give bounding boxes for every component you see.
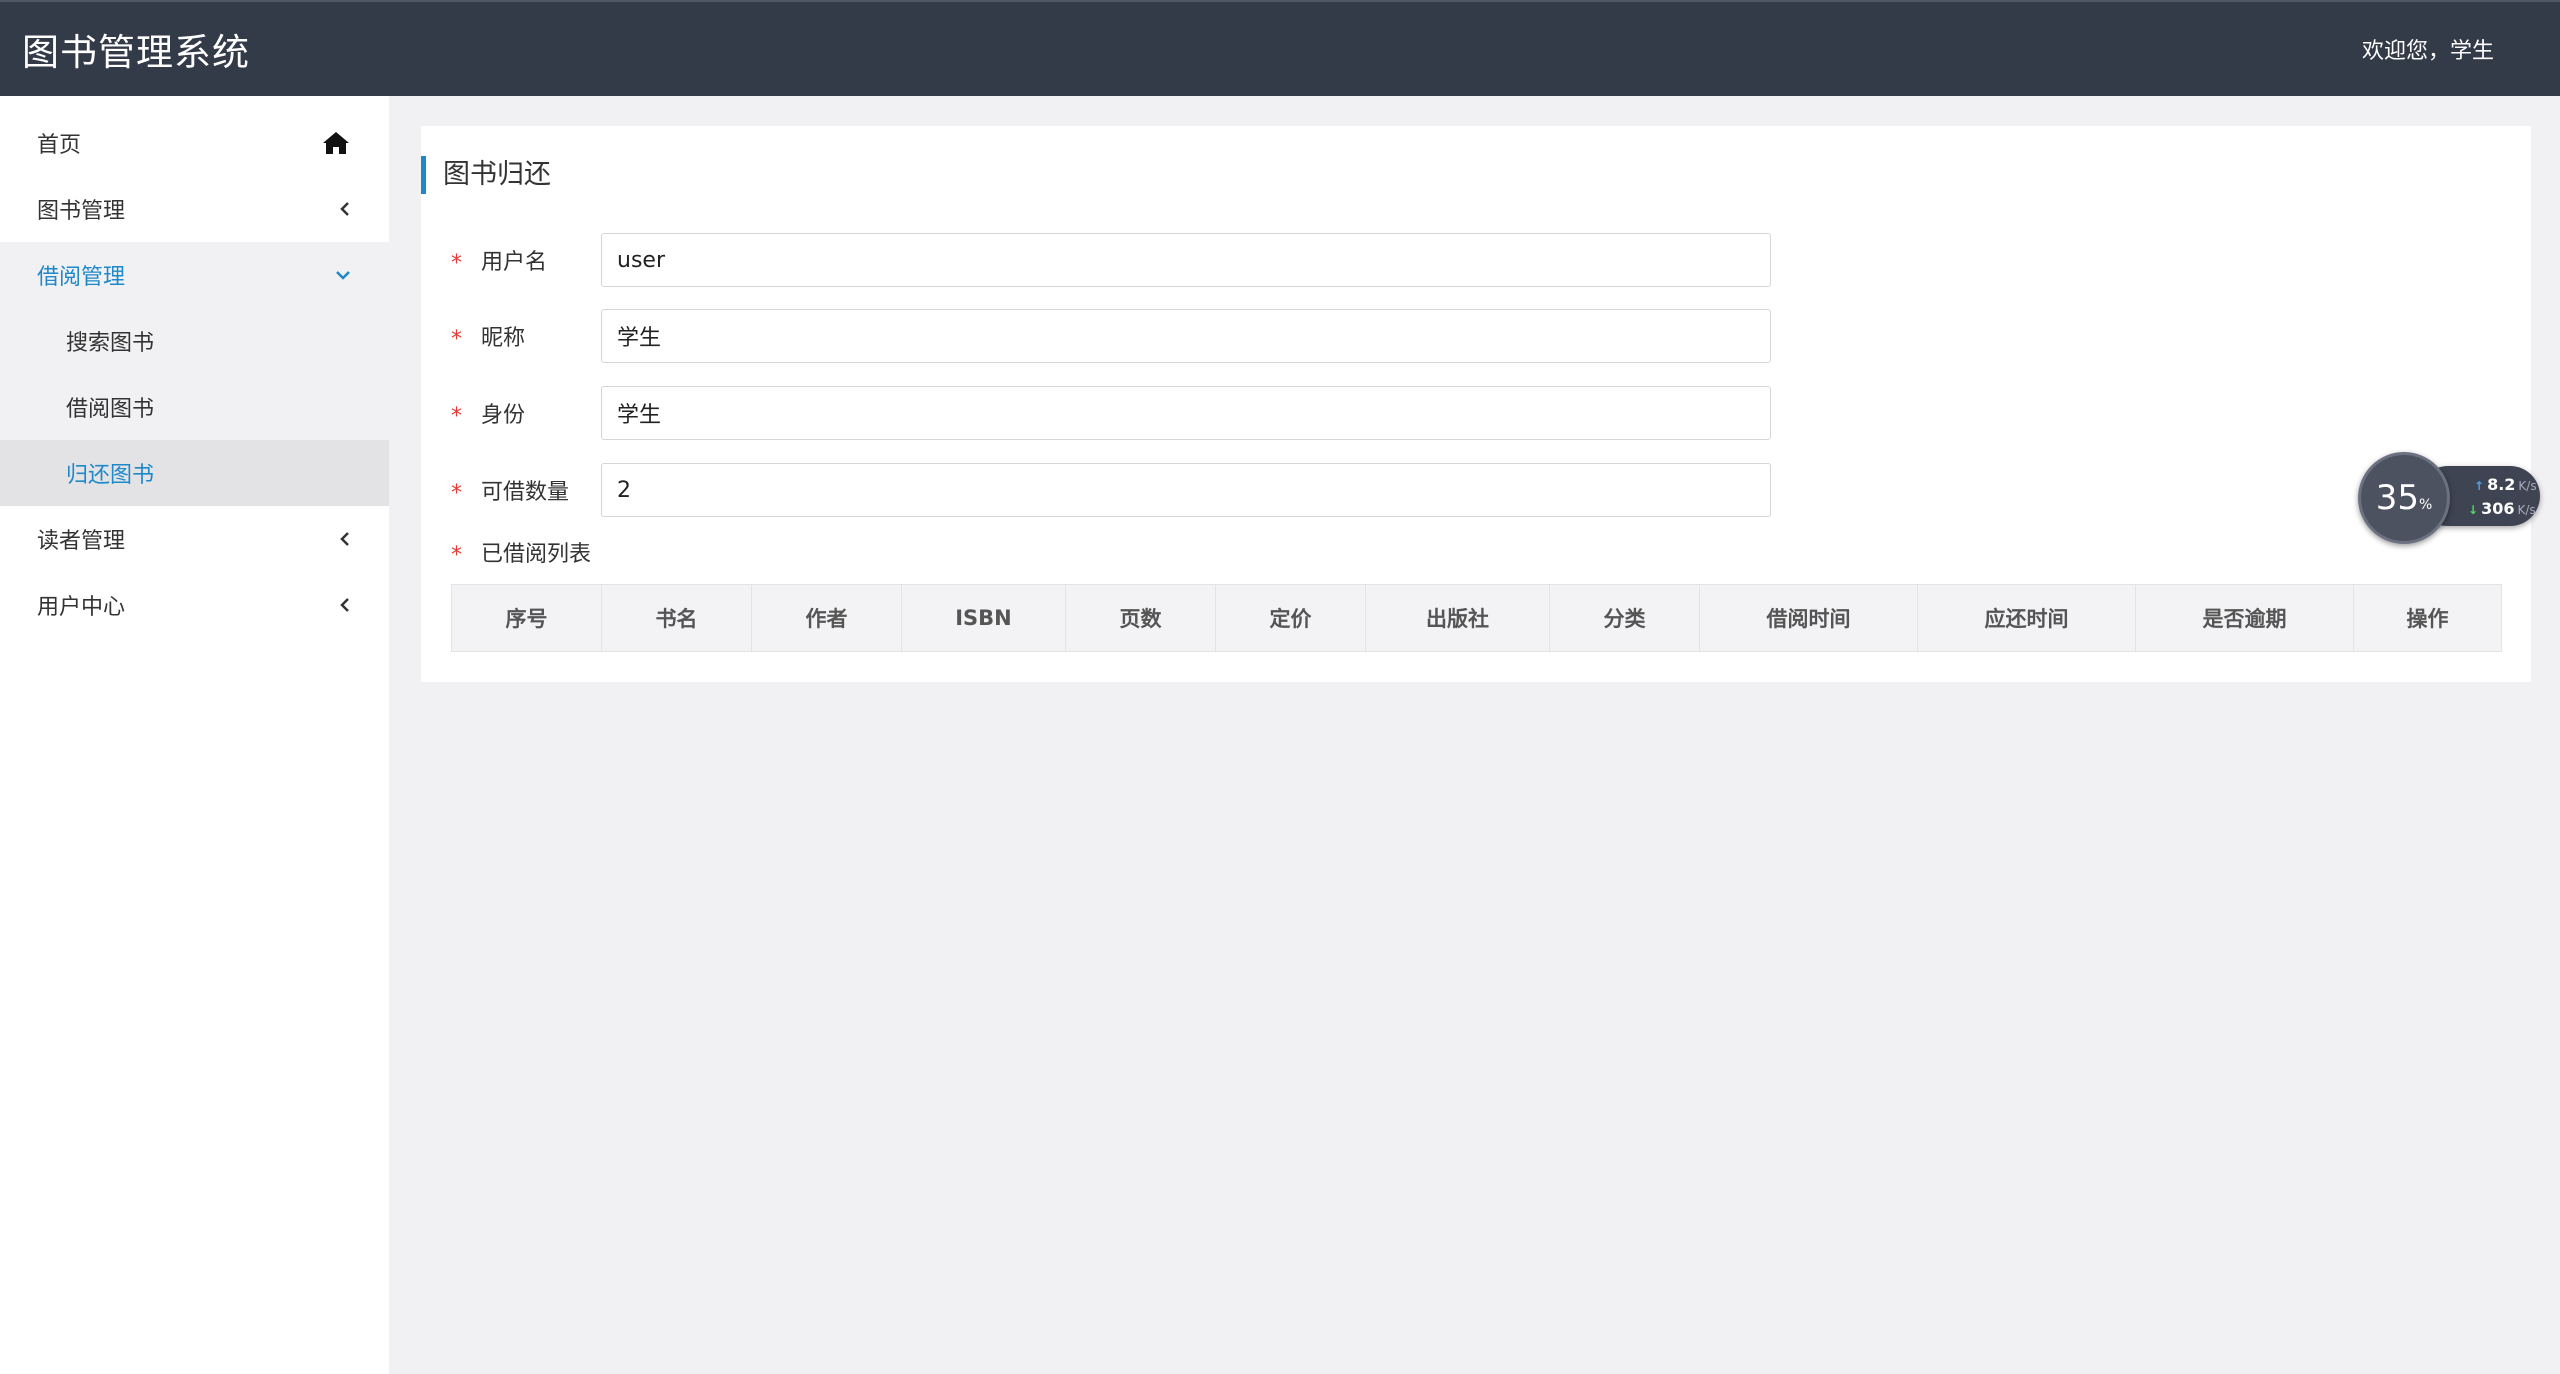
return-book-panel: 图书归还 * 用户名 * 昵称 * 身份 * 可借数量 * 已借阅列表 序号 书… — [421, 126, 2531, 682]
column-header[interactable]: 是否逾期 — [2135, 584, 2354, 652]
column-header[interactable]: 作者 — [751, 584, 902, 652]
identity-label: 身份 — [481, 403, 526, 428]
column-header[interactable]: 页数 — [1065, 584, 1216, 652]
page-title: 图书归还 — [421, 156, 551, 194]
required-mark: * — [451, 250, 462, 276]
sidebar-item-label: 借阅管理 — [37, 265, 126, 290]
usage-percent-unit: % — [2418, 497, 2433, 513]
usage-percent: 35 — [2375, 478, 2419, 518]
required-mark: * — [451, 542, 462, 568]
username-input[interactable] — [601, 233, 1771, 287]
download-arrow-icon: ↓ — [2468, 503, 2479, 517]
column-header[interactable]: 序号 — [451, 584, 602, 652]
column-header[interactable]: 书名 — [601, 584, 752, 652]
memory-usage-circle[interactable]: 35 % — [2358, 452, 2450, 544]
sidebar-item-borrow-books[interactable]: 借阅图书 — [0, 374, 389, 440]
sidebar-item-user-center[interactable]: 用户中心 — [0, 572, 389, 638]
borrow-quota-label: 可借数量 — [481, 480, 570, 505]
column-header[interactable]: 出版社 — [1365, 584, 1550, 652]
column-header[interactable]: 分类 — [1549, 584, 1700, 652]
required-mark: * — [451, 326, 462, 352]
sidebar-item-label: 首页 — [37, 133, 82, 158]
nickname-label: 昵称 — [481, 326, 526, 351]
upload-value: 8.2 — [2487, 475, 2516, 494]
upload-unit: K/s — [2518, 479, 2537, 493]
borrowed-list-label-row: * 已借阅列表 — [451, 536, 591, 568]
download-unit: K/s — [2517, 503, 2536, 517]
form-row-username: * 用户名 — [451, 232, 1771, 288]
sidebar-item-return-books[interactable]: 归还图书 — [0, 440, 389, 506]
column-header[interactable]: 应还时间 — [1917, 584, 2136, 652]
sidebar-item-reader-management[interactable]: 读者管理 — [0, 506, 389, 572]
sidebar-item-borrow-management[interactable]: 借阅管理 — [0, 242, 389, 308]
form-row-borrow-quota: * 可借数量 — [451, 462, 1771, 518]
welcome-text[interactable]: 欢迎您，学生 — [2362, 33, 2494, 65]
table-header-row: 序号 书名 作者 ISBN 页数 定价 出版社 分类 借阅时间 应还时间 是否逾… — [451, 584, 2502, 652]
nickname-input[interactable] — [601, 309, 1771, 363]
home-icon — [321, 130, 351, 156]
chevron-left-icon — [339, 597, 351, 613]
column-header[interactable]: 操作 — [2353, 584, 2502, 652]
sidebar-item-label: 搜索图书 — [66, 331, 155, 356]
download-value: 306 — [2481, 499, 2515, 518]
network-speed-widget[interactable]: ↑ 8.2 K/s ↓ 306 K/s 35 % — [2358, 452, 2540, 544]
sidebar-item-home[interactable]: 首页 — [0, 110, 389, 176]
form-row-identity: * 身份 — [451, 385, 1771, 441]
sidebar-item-book-management[interactable]: 图书管理 — [0, 176, 389, 242]
borrowed-list-label: 已借阅列表 — [481, 542, 592, 567]
chevron-left-icon — [339, 201, 351, 217]
required-mark: * — [451, 480, 462, 506]
top-header: 图书管理系统 欢迎您，学生 — [0, 0, 2560, 96]
sidebar-item-label: 归还图书 — [66, 463, 155, 488]
required-mark: * — [451, 403, 462, 429]
form-row-nickname: * 昵称 — [451, 308, 1771, 364]
upload-arrow-icon: ↑ — [2474, 479, 2485, 493]
column-header[interactable]: ISBN — [901, 584, 1066, 652]
download-speed: ↓ 306 K/s — [2468, 499, 2536, 518]
chevron-left-icon — [339, 531, 351, 547]
username-label: 用户名 — [481, 250, 548, 275]
borrow-quota-input[interactable] — [601, 463, 1771, 517]
upload-speed: ↑ 8.2 K/s — [2474, 475, 2537, 494]
sidebar-item-label: 用户中心 — [37, 595, 126, 620]
sidebar-item-search-books[interactable]: 搜索图书 — [0, 308, 389, 374]
column-header[interactable]: 借阅时间 — [1699, 584, 1918, 652]
sidebar-item-label: 借阅图书 — [66, 397, 155, 422]
chevron-down-icon — [335, 269, 351, 281]
app-title: 图书管理系统 — [22, 31, 250, 74]
sidebar-item-label: 读者管理 — [37, 529, 126, 554]
borrowed-books-table: 序号 书名 作者 ISBN 页数 定价 出版社 分类 借阅时间 应还时间 是否逾… — [451, 584, 2502, 652]
identity-input[interactable] — [601, 386, 1771, 440]
borrow-submenu: 搜索图书 借阅图书 归还图书 — [0, 308, 389, 506]
sidebar: 首页 图书管理 借阅管理 搜索图书 借阅图书 归还图书 读者管理 用户中心 — [0, 96, 389, 1374]
column-header[interactable]: 定价 — [1215, 584, 1366, 652]
sidebar-item-label: 图书管理 — [37, 199, 126, 224]
